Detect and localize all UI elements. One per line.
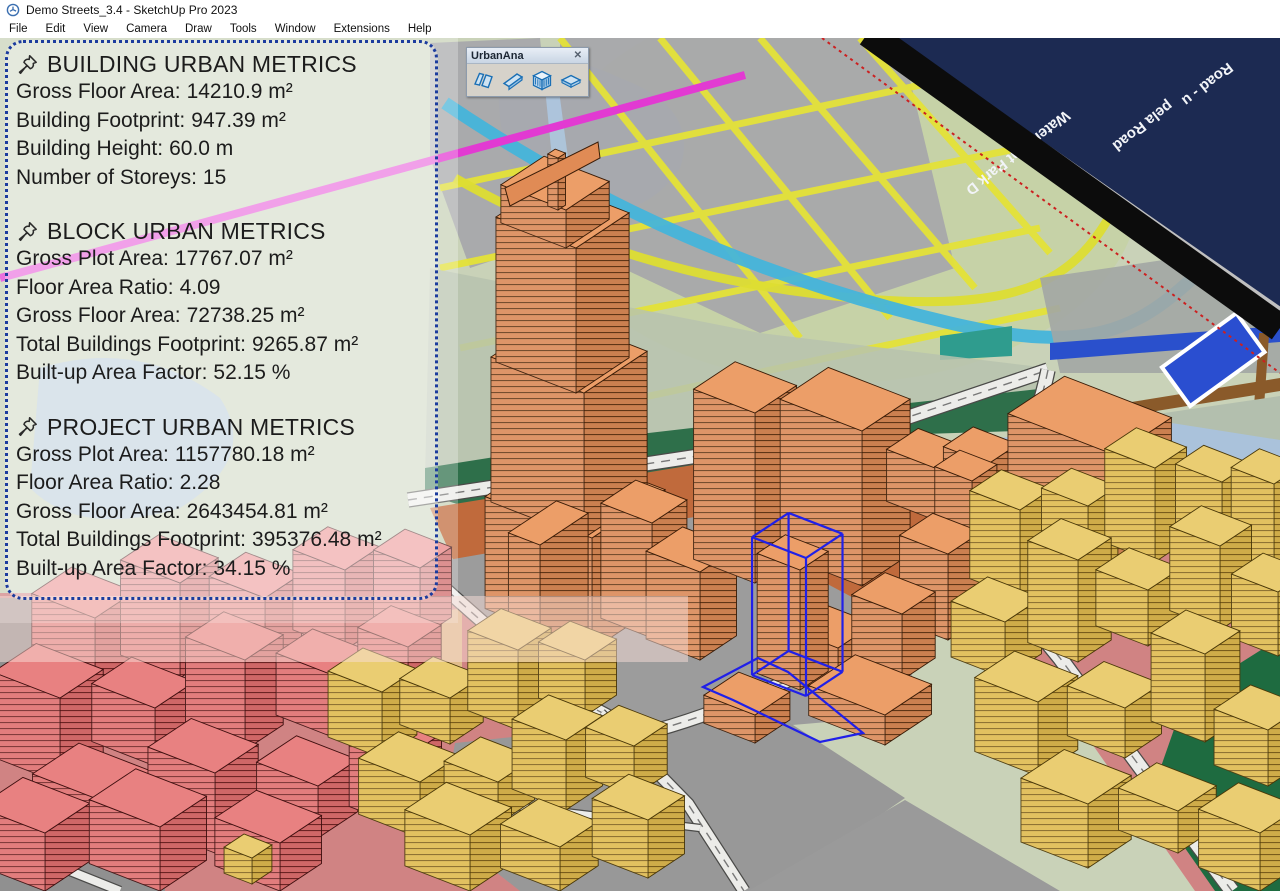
close-icon[interactable]: ✕ <box>572 50 584 61</box>
menu-edit[interactable]: Edit <box>37 20 75 38</box>
urbanana-buttons <box>467 64 588 96</box>
building-metrics-tool-button[interactable] <box>531 68 554 92</box>
sketchup-logo-icon <box>6 3 20 17</box>
metric-row: Gross Floor Area:72738.25 m² <box>16 302 435 331</box>
section-title: BLOCK URBAN METRICS <box>47 218 326 245</box>
urbanana-title: UrbanAna <box>471 50 572 62</box>
building[interactable] <box>757 535 828 690</box>
menu-help[interactable]: Help <box>399 20 441 38</box>
metric-row: Gross Plot Area:1157780.18 m² <box>16 441 435 470</box>
road-section-tool-button[interactable] <box>501 68 524 92</box>
metric-row: Number of Storeys:15 <box>16 164 435 193</box>
metric-row: Building Height:60.0 m <box>16 135 435 164</box>
road-section-icon <box>502 69 524 91</box>
urbanana-titlebar[interactable]: UrbanAna ✕ <box>467 48 588 64</box>
menu-camera[interactable]: Camera <box>117 20 176 38</box>
metric-row: Gross Floor Area:2643454.81 m² <box>16 498 435 527</box>
section-building-metrics-header: BUILDING URBAN METRICS <box>16 51 435 78</box>
plan-area-tool-button[interactable] <box>560 68 583 92</box>
plots-tool-button[interactable] <box>472 68 495 92</box>
viewport-3d-scene[interactable]: Waterfront Park D pela Road Road - u <box>0 38 1280 891</box>
plots-icon <box>473 69 495 91</box>
menu-extensions[interactable]: Extensions <box>325 20 399 38</box>
pushpin-icon <box>16 220 40 244</box>
sketchup-window: Demo Streets_3.4 - SketchUp Pro 2023 Fil… <box>0 0 1280 891</box>
menu-bar: File Edit View Camera Draw Tools Window … <box>0 20 1280 39</box>
window-titlebar[interactable]: Demo Streets_3.4 - SketchUp Pro 2023 <box>0 0 1280 20</box>
section-project-metrics-header: PROJECT URBAN METRICS <box>16 414 435 441</box>
menu-view[interactable]: View <box>74 20 117 38</box>
pushpin-icon <box>16 415 40 439</box>
urbanana-toolbar[interactable]: UrbanAna ✕ <box>466 47 589 97</box>
metric-row: Floor Area Ratio:4.09 <box>16 274 435 303</box>
metric-row: Built-up Area Factor:34.15 % <box>16 555 435 584</box>
building-icon <box>531 69 553 91</box>
section-title: BUILDING URBAN METRICS <box>47 51 357 78</box>
pushpin-icon <box>16 53 40 77</box>
plan-area-icon <box>560 69 582 91</box>
section-title: PROJECT URBAN METRICS <box>47 414 355 441</box>
metric-row: Built-up Area Factor:52.15 % <box>16 359 435 388</box>
metric-row: Total Buildings Footprint:395376.48 m² <box>16 526 435 555</box>
menu-tools[interactable]: Tools <box>221 20 266 38</box>
metric-row: Building Footprint:947.39 m² <box>16 107 435 136</box>
metric-row: Floor Area Ratio:2.28 <box>16 469 435 498</box>
menu-draw[interactable]: Draw <box>176 20 221 38</box>
menu-file[interactable]: File <box>0 20 37 38</box>
menu-window[interactable]: Window <box>266 20 325 38</box>
section-block-metrics-header: BLOCK URBAN METRICS <box>16 218 435 245</box>
metric-row: Gross Floor Area:14210.9 m² <box>16 78 435 107</box>
metric-row: Total Buildings Footprint:9265.87 m² <box>16 331 435 360</box>
metric-row: Gross Plot Area:17767.07 m² <box>16 245 435 274</box>
urban-metrics-overlay: BUILDING URBAN METRICS Gross Floor Area:… <box>5 40 438 600</box>
window-title: Demo Streets_3.4 - SketchUp Pro 2023 <box>26 3 237 17</box>
